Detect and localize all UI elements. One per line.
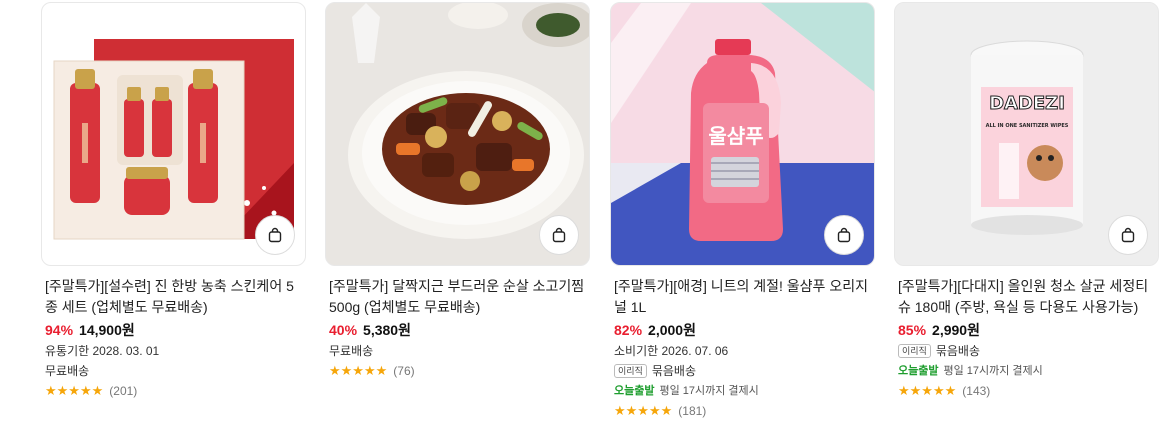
sale-price: 14,900원 bbox=[79, 322, 135, 338]
review-count: (181) bbox=[678, 404, 707, 418]
discount-rate: 40% bbox=[329, 322, 358, 338]
review-count: (143) bbox=[962, 384, 991, 398]
discount-rate: 94% bbox=[45, 322, 74, 338]
today-dispatch-label: 오늘출발 bbox=[898, 365, 939, 377]
shipping-info: 무료배송 bbox=[329, 344, 374, 358]
shopping-bag-icon bbox=[268, 227, 282, 243]
bundle-badge: 이리직 bbox=[614, 364, 647, 378]
rating: ★★★★★ (76) bbox=[329, 363, 586, 379]
add-to-cart-button[interactable] bbox=[255, 215, 295, 255]
sale-price: 2,000원 bbox=[648, 322, 696, 338]
expiry-date: 유통기한 2028. 03. 01 bbox=[45, 344, 160, 358]
product-image[interactable]: 울샴푸 bbox=[610, 2, 875, 266]
today-dispatch-note: 평일 17시까지 결제시 bbox=[659, 385, 759, 397]
star-rating-icon: ★★★★★ bbox=[898, 383, 957, 398]
sale-price: 5,380원 bbox=[363, 322, 411, 338]
today-dispatch-note: 평일 17시까지 결제시 bbox=[943, 365, 1043, 377]
shopping-bag-icon bbox=[837, 227, 851, 243]
rating: ★★★★★ (143) bbox=[898, 383, 1155, 399]
bundle-badge: 이리직 bbox=[898, 344, 931, 358]
product-grid: [주말특가][설수련] 진 한방 농축 스킨케어 5종 세트 (업체별도 무료배… bbox=[0, 0, 1175, 429]
product-card[interactable]: 울샴푸 [주말특가][애경] 니트의 계절! 울샴푸 오리지널 1L 82% 2,… bbox=[610, 2, 875, 418]
product-title[interactable]: [주말특가][애경] 니트의 계절! 울샴푸 오리지널 1L bbox=[614, 276, 871, 318]
shopping-bag-icon bbox=[1121, 227, 1135, 243]
product-card[interactable]: [주말특가][설수련] 진 한방 농축 스킨케어 5종 세트 (업체별도 무료배… bbox=[41, 2, 306, 398]
bottle-label: 울샴푸 bbox=[708, 124, 763, 148]
product-title[interactable]: [주말특가][다대지] 올인원 청소 살균 세정티슈 180매 (주방, 욕실 … bbox=[898, 276, 1155, 318]
same-day-dispatch: 오늘출발 평일 17시까지 결제시 bbox=[614, 382, 871, 400]
expiry-date: 소비기한 2026. 07. 06 bbox=[614, 344, 729, 358]
add-to-cart-button[interactable] bbox=[824, 215, 864, 255]
bundle-label: 묶음배송 bbox=[651, 364, 697, 378]
bundle-shipping: 이리직 묶음배송 bbox=[614, 362, 871, 380]
shipping-info: 무료배송 bbox=[45, 364, 90, 378]
product-card[interactable]: DADEZI ALL IN ONE SANITIZER WIPES [주말특가]… bbox=[894, 2, 1159, 398]
same-day-dispatch: 오늘출발 평일 17시까지 결제시 bbox=[898, 362, 1155, 380]
sale-price: 2,990원 bbox=[932, 322, 980, 338]
discount-rate: 82% bbox=[614, 322, 643, 338]
discount-rate: 85% bbox=[898, 322, 927, 338]
star-rating-icon: ★★★★★ bbox=[614, 403, 673, 418]
product-image[interactable]: DADEZI ALL IN ONE SANITIZER WIPES bbox=[894, 2, 1159, 266]
bundle-shipping: 이리직 묶음배송 bbox=[898, 342, 1155, 360]
add-to-cart-button[interactable] bbox=[1108, 215, 1148, 255]
bundle-label: 묶음배송 bbox=[935, 344, 981, 358]
add-to-cart-button[interactable] bbox=[539, 215, 579, 255]
shopping-bag-icon bbox=[552, 227, 566, 243]
star-rating-icon: ★★★★★ bbox=[45, 383, 104, 398]
product-image[interactable] bbox=[325, 2, 590, 266]
product-title[interactable]: [주말특가][설수련] 진 한방 농축 스킨케어 5종 세트 (업체별도 무료배… bbox=[45, 276, 302, 318]
rating: ★★★★★ (201) bbox=[45, 383, 302, 399]
canister-subtitle: ALL IN ONE SANITIZER WIPES bbox=[986, 123, 1069, 129]
product-image[interactable] bbox=[41, 2, 306, 266]
canister-brand: DADEZI bbox=[989, 93, 1065, 114]
product-title[interactable]: [주말특가] 달짝지근 부드러운 순살 소고기찜 500g (업체별도 무료배송… bbox=[329, 276, 586, 318]
today-dispatch-label: 오늘출발 bbox=[614, 385, 655, 397]
review-count: (201) bbox=[109, 384, 138, 398]
rating: ★★★★★ (181) bbox=[614, 403, 871, 419]
product-card[interactable]: [주말특가] 달짝지근 부드러운 순살 소고기찜 500g (업체별도 무료배송… bbox=[325, 2, 590, 378]
star-rating-icon: ★★★★★ bbox=[329, 363, 388, 378]
review-count: (76) bbox=[393, 364, 415, 378]
